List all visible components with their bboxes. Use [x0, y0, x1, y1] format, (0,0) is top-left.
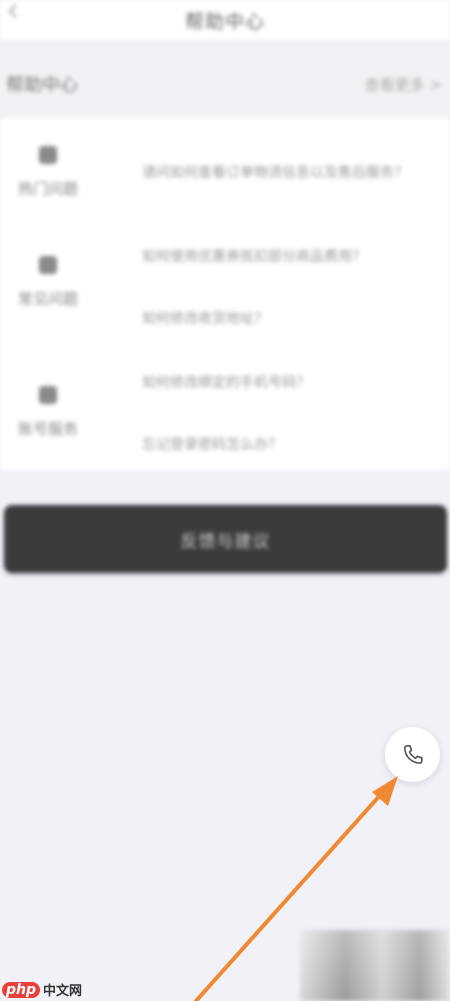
category-label: 常见问题 — [17, 290, 78, 308]
phone-icon — [403, 744, 423, 764]
fire-icon — [39, 146, 57, 164]
watermark-text: 中文网 — [43, 984, 83, 999]
category-common[interactable]: 常见问题 — [0, 256, 96, 309]
faq-question[interactable]: 请问如何查看订单物流信息以及售后服务？ — [142, 162, 408, 182]
faq-question[interactable]: 如何修改收货地址？ — [142, 308, 268, 328]
section-header: 帮助中心 查看更多 > — [0, 50, 450, 118]
faq-group-hot: 热门问题 请问如何查看订单物流信息以及售后服务？ — [0, 118, 450, 228]
faq-question[interactable]: 如何修改绑定的手机号码？ — [142, 372, 310, 392]
view-more-link[interactable]: 查看更多 > — [365, 74, 442, 95]
category-label: 热门问题 — [17, 180, 78, 198]
faq-question[interactable]: 如何使用优惠券抵扣部分商品费用？ — [142, 246, 366, 266]
back-arrow-icon[interactable] — [8, 4, 18, 18]
top-navigation-bar: 帮助中心 — [0, 0, 450, 40]
faq-group-account: 账号服务 如何修改绑定的手机号码？ 忘记登录密码怎么办？ — [0, 358, 450, 468]
feedback-button[interactable]: 反馈与建议 — [4, 505, 447, 573]
call-button[interactable] — [385, 727, 440, 782]
feedback-button-label: 反馈与建议 — [180, 531, 271, 551]
category-account[interactable]: 账号服务 — [0, 386, 96, 439]
faq-card: 热门问题 请问如何查看订单物流信息以及售后服务？ 常见问题 如何使用优惠券抵扣部… — [0, 118, 450, 470]
watermark: php 中文网 — [2, 980, 82, 999]
faq-group-common: 常见问题 如何使用优惠券抵扣部分商品费用？ 如何修改收货地址？ — [0, 228, 450, 348]
faq-question[interactable]: 忘记登录密码怎么办？ — [142, 434, 282, 454]
section-title: 帮助中心 — [6, 75, 78, 96]
question-icon — [39, 256, 57, 274]
blurred-thumbnail — [300, 930, 450, 1001]
user-icon — [39, 386, 57, 404]
watermark-logo: php — [2, 981, 41, 998]
category-label: 账号服务 — [17, 420, 78, 438]
category-hot[interactable]: 热门问题 — [0, 146, 96, 199]
page-title: 帮助中心 — [184, 10, 265, 33]
